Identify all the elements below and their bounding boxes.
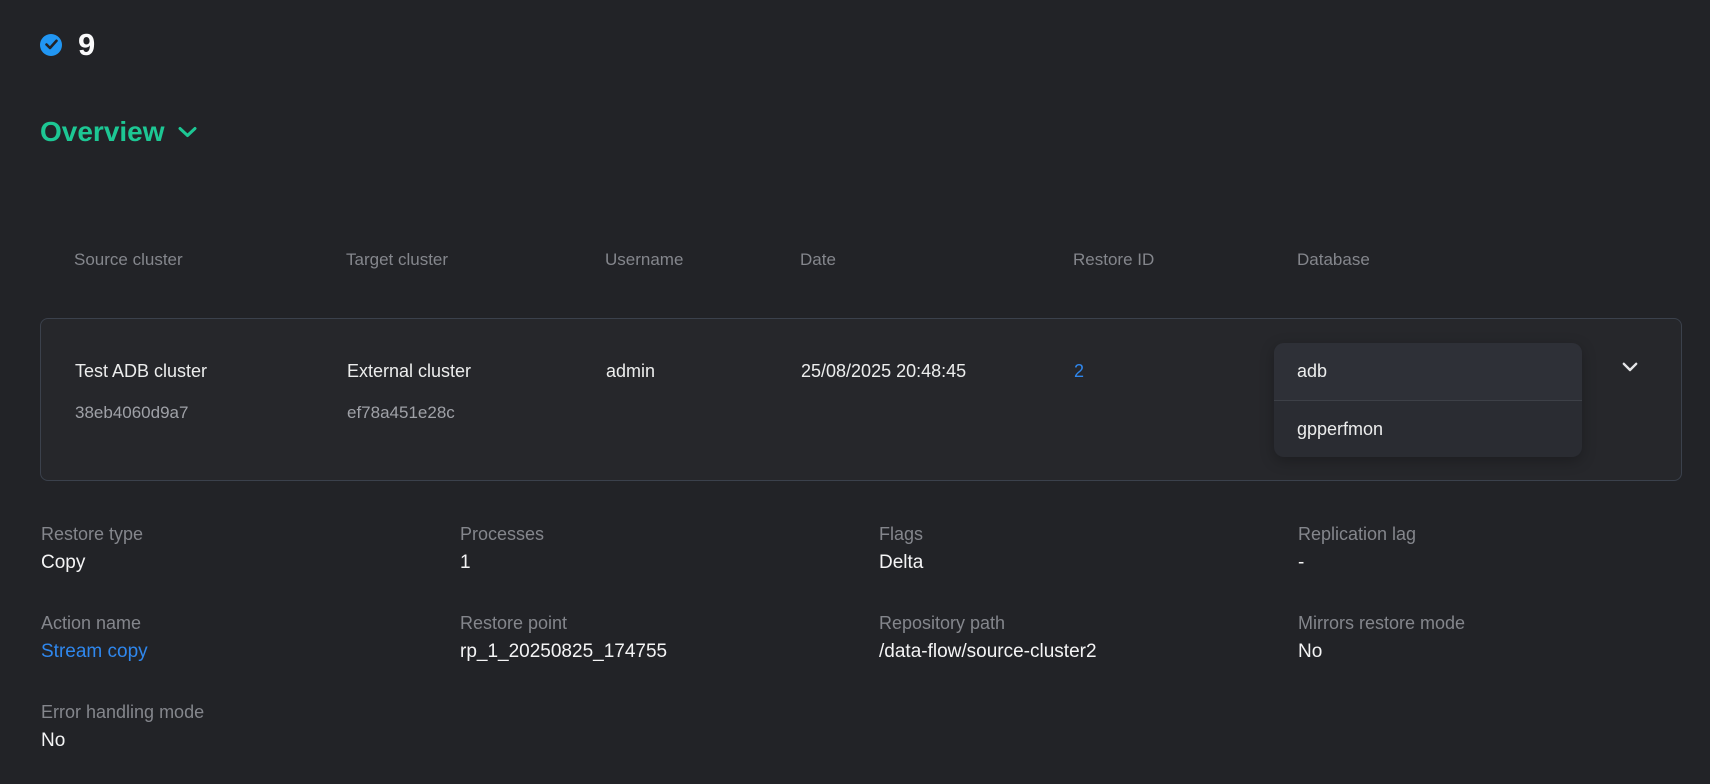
detail-value: rp_1_20250825_174755 — [460, 640, 879, 664]
detail-replication-lag: Replication lag - — [1298, 523, 1710, 575]
detail-mirrors-restore-mode: Mirrors restore mode No — [1298, 612, 1710, 664]
column-header-source-cluster: Source cluster — [74, 250, 346, 270]
overview-section-toggle[interactable]: Overview — [40, 116, 197, 148]
detail-flags: Flags Delta — [879, 523, 1298, 575]
detail-label: Action name — [41, 612, 460, 634]
username-cell: admin — [606, 360, 801, 423]
source-cluster-name: Test ADB cluster — [75, 360, 347, 382]
check-circle-icon — [40, 34, 62, 56]
target-cluster-id: ef78a451e28c — [347, 403, 606, 423]
detail-label: Processes — [460, 523, 879, 545]
detail-repository-path: Repository path /data-flow/source-cluste… — [879, 612, 1298, 664]
column-header-date: Date — [800, 250, 1073, 270]
detail-restore-point: Restore point rp_1_20250825_174755 — [460, 612, 879, 664]
detail-value: 1 — [460, 551, 879, 575]
detail-value: Copy — [41, 551, 460, 575]
username-value: admin — [606, 360, 801, 382]
overview-title: Overview — [40, 116, 165, 148]
column-header-database: Database — [1297, 250, 1682, 270]
column-header-username: Username — [605, 250, 800, 270]
detail-value: No — [1298, 640, 1710, 664]
step-badge: 9 — [40, 29, 95, 60]
detail-label: Flags — [879, 523, 1298, 545]
detail-error-handling-mode: Error handling mode No — [41, 701, 460, 753]
restore-row-card: Test ADB cluster 38eb4060d9a7 External c… — [40, 318, 1682, 481]
target-cluster-cell: External cluster ef78a451e28c — [347, 360, 606, 423]
database-option-gpperfmon[interactable]: gpperfmon — [1274, 400, 1582, 457]
source-cluster-id: 38eb4060d9a7 — [75, 403, 347, 423]
detail-value: /data-flow/source-cluster2 — [879, 640, 1298, 664]
target-cluster-name: External cluster — [347, 360, 606, 382]
detail-processes: Processes 1 — [460, 523, 879, 575]
detail-restore-type: Restore type Copy — [41, 523, 460, 575]
date-value: 25/08/2025 20:48:45 — [801, 360, 1074, 382]
detail-label: Restore point — [460, 612, 879, 634]
column-header-restore-id: Restore ID — [1073, 250, 1297, 270]
restore-id-link[interactable]: 2 — [1074, 361, 1084, 381]
step-count: 9 — [78, 29, 95, 60]
chevron-down-icon — [178, 126, 197, 138]
date-cell: 25/08/2025 20:48:45 — [801, 360, 1074, 423]
database-select-chevron-icon[interactable] — [1622, 359, 1638, 377]
detail-label: Restore type — [41, 523, 460, 545]
source-cluster-cell: Test ADB cluster 38eb4060d9a7 — [75, 360, 347, 423]
detail-label: Mirrors restore mode — [1298, 612, 1710, 634]
action-name-link[interactable]: Stream copy — [41, 640, 460, 664]
detail-label: Error handling mode — [41, 701, 460, 723]
detail-value: Delta — [879, 551, 1298, 575]
restore-details-grid: Restore type Copy Processes 1 Flags Delt… — [41, 523, 1710, 753]
detail-label: Replication lag — [1298, 523, 1710, 545]
restore-id-cell: 2 — [1074, 360, 1298, 423]
detail-action-name: Action name Stream copy — [41, 612, 460, 664]
detail-label: Repository path — [879, 612, 1298, 634]
detail-value: - — [1298, 551, 1710, 575]
detail-value: No — [41, 729, 460, 753]
database-option-adb[interactable]: adb — [1274, 343, 1582, 400]
database-select-dropdown: adb gpperfmon — [1274, 343, 1582, 457]
table-header-row: Source cluster Target cluster Username D… — [40, 250, 1682, 270]
column-header-target-cluster: Target cluster — [346, 250, 605, 270]
